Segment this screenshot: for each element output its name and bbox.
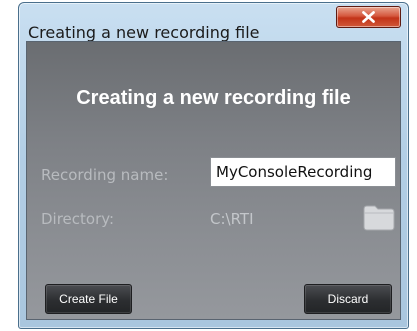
recording-name-label: Recording name:	[41, 166, 169, 184]
dialog-heading: Creating a new recording file	[76, 87, 351, 109]
recording-name-input[interactable]	[210, 157, 396, 187]
window-title: Creating a new recording file	[28, 23, 260, 42]
directory-value: C:\RTI	[210, 210, 254, 228]
dialog-content: Creating a new recording file Recording …	[26, 41, 401, 320]
browse-folder-button[interactable]	[362, 202, 396, 232]
title-bar[interactable]: Creating a new recording file	[19, 3, 408, 43]
create-file-button[interactable]: Create File	[45, 284, 132, 314]
discard-button[interactable]: Discard	[304, 284, 392, 314]
close-button[interactable]	[336, 6, 401, 28]
directory-label: Directory:	[41, 210, 115, 228]
close-icon	[362, 11, 375, 23]
dialog-window: Creating a new recording file Creating a…	[18, 2, 409, 329]
folder-icon	[363, 205, 395, 231]
